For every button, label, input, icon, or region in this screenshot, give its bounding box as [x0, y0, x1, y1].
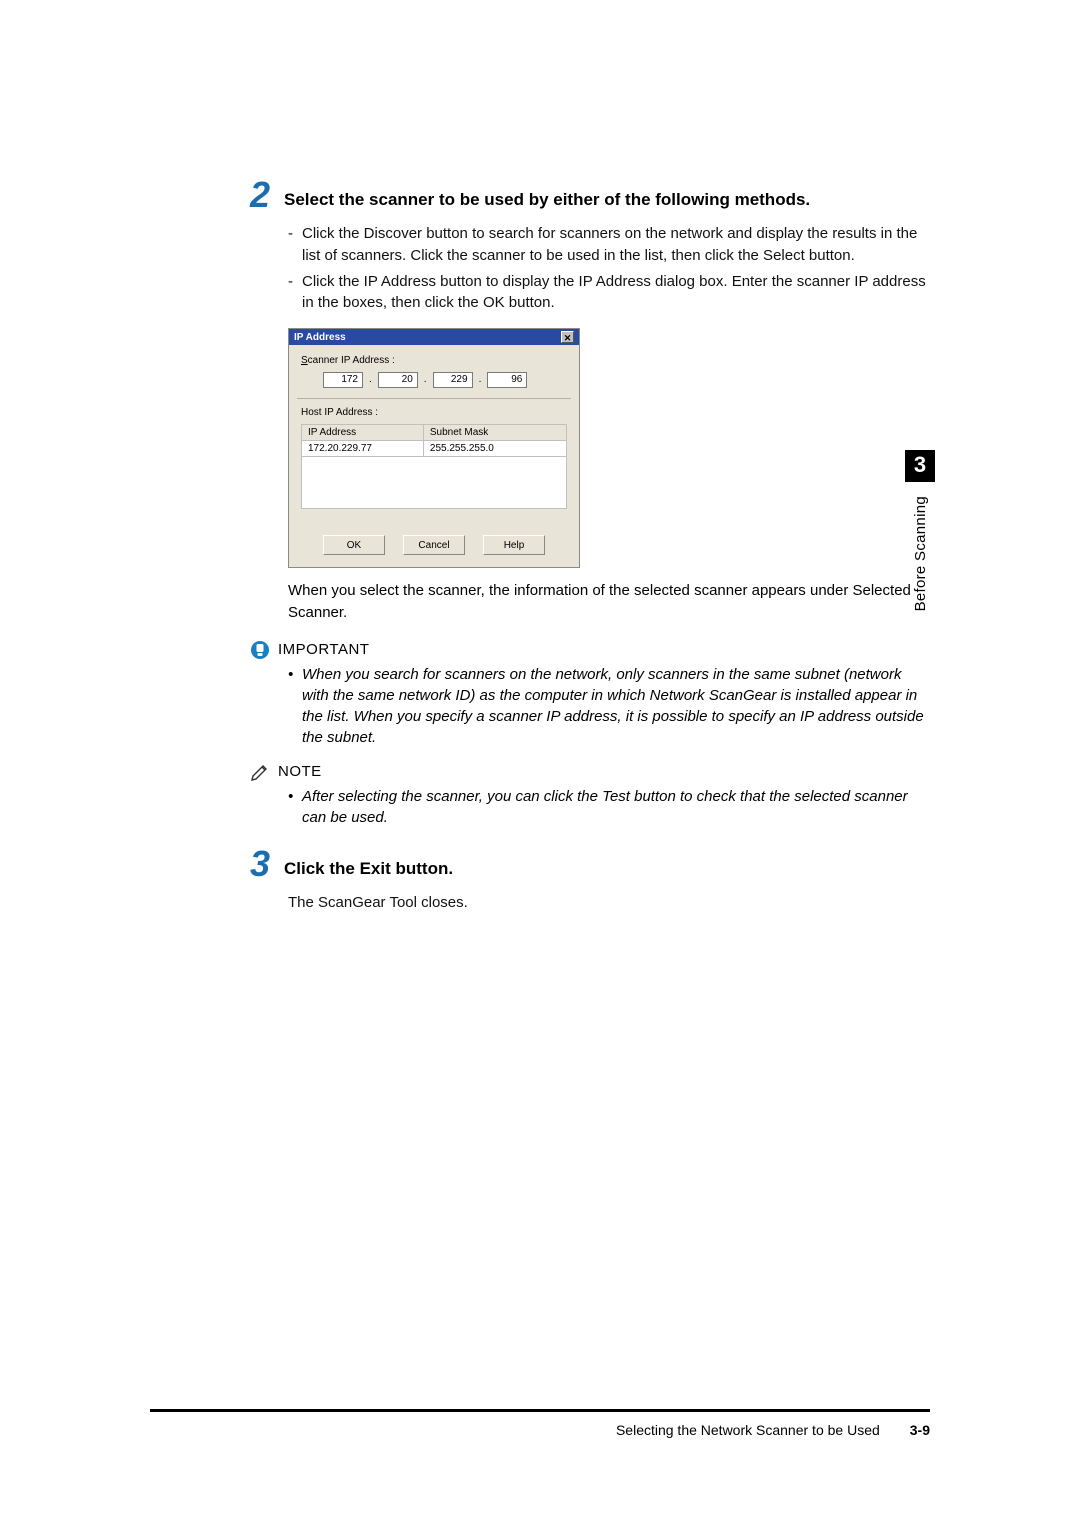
- bullet-icon: •: [288, 664, 302, 748]
- chapter-number: 3: [905, 450, 935, 482]
- dash-icon: -: [288, 223, 302, 267]
- step-number: 3: [250, 846, 284, 882]
- footer-rule: [150, 1409, 930, 1412]
- close-icon[interactable]: ✕: [561, 331, 574, 343]
- help-button[interactable]: Help: [483, 535, 545, 555]
- dialog-body: Scanner IP Address : 172. 20. 229. 96 Ho…: [289, 345, 579, 567]
- step-number: 2: [250, 177, 284, 213]
- dialog-titlebar: IP Address ✕: [289, 329, 579, 345]
- step-2-bullet-2: - Click the IP Address button to display…: [288, 271, 930, 315]
- table-row-empty: [302, 457, 567, 509]
- dash-icon: -: [288, 271, 302, 315]
- bullet-icon: •: [288, 786, 302, 828]
- step-3-body: The ScanGear Tool closes.: [288, 892, 930, 914]
- bullet-text: Click the IP Address button to display t…: [302, 271, 930, 315]
- label-accel: S: [301, 355, 308, 366]
- footer: Selecting the Network Scanner to be Used…: [150, 1409, 930, 1438]
- col-subnet-mask: Subnet Mask: [423, 425, 566, 441]
- cell-mask: 255.255.255.0: [423, 441, 566, 457]
- host-ip-table: IP Address Subnet Mask 172.20.229.77 255…: [301, 424, 567, 509]
- section-label: Before Scanning: [912, 496, 929, 611]
- ip-address-dialog: IP Address ✕ Scanner IP Address : 172. 2…: [288, 328, 580, 568]
- bullet-text: Click the Discover button to search for …: [302, 223, 930, 267]
- note-icon: [250, 762, 270, 782]
- side-tab: 3 Before Scanning: [905, 450, 935, 611]
- step-2-bullet-1: - Click the Discover button to search fo…: [288, 223, 930, 267]
- cell-ip: 172.20.229.77: [302, 441, 424, 457]
- table-row: 172.20.229.77 255.255.255.0: [302, 441, 567, 457]
- label-rest: canner IP Address :: [308, 355, 395, 366]
- page: 2 Select the scanner to be used by eithe…: [0, 0, 1080, 1528]
- scanner-ip-row: 172. 20. 229. 96: [323, 372, 567, 388]
- step-3-title: Click the Exit button.: [284, 854, 453, 882]
- step-2: 2 Select the scanner to be used by eithe…: [250, 185, 930, 213]
- after-dialog-text: When you select the scanner, the informa…: [288, 580, 930, 624]
- important-icon: [250, 640, 270, 660]
- ok-button[interactable]: OK: [323, 535, 385, 555]
- ip-octet-2[interactable]: 20: [378, 372, 418, 388]
- host-ip-label: Host IP Address :: [301, 407, 567, 418]
- col-ip-address: IP Address: [302, 425, 424, 441]
- note-text: After selecting the scanner, you can cli…: [302, 786, 930, 828]
- step-3: 3 Click the Exit button.: [250, 854, 930, 882]
- important-text: When you search for scanners on the netw…: [302, 664, 930, 748]
- ip-octet-4[interactable]: 96: [487, 372, 527, 388]
- note-label: NOTE: [278, 763, 322, 780]
- dialog-buttons: OK Cancel Help: [301, 535, 567, 555]
- scanner-ip-label: Scanner IP Address :: [301, 355, 567, 366]
- important-bullet: • When you search for scanners on the ne…: [288, 664, 930, 748]
- ip-octet-1[interactable]: 172: [323, 372, 363, 388]
- page-number: 3-9: [910, 1422, 930, 1438]
- ip-octet-3[interactable]: 229: [433, 372, 473, 388]
- cancel-button[interactable]: Cancel: [403, 535, 465, 555]
- important-label: IMPORTANT: [278, 641, 369, 658]
- important-callout: IMPORTANT • When you search for scanners…: [288, 640, 930, 748]
- step-2-title: Select the scanner to be used by either …: [284, 185, 810, 213]
- footer-title: Selecting the Network Scanner to be Used: [616, 1422, 880, 1438]
- dialog-title: IP Address: [294, 332, 346, 343]
- step-2-body: - Click the Discover button to search fo…: [288, 223, 930, 314]
- note-bullet: • After selecting the scanner, you can c…: [288, 786, 930, 828]
- note-callout: NOTE • After selecting the scanner, you …: [288, 762, 930, 828]
